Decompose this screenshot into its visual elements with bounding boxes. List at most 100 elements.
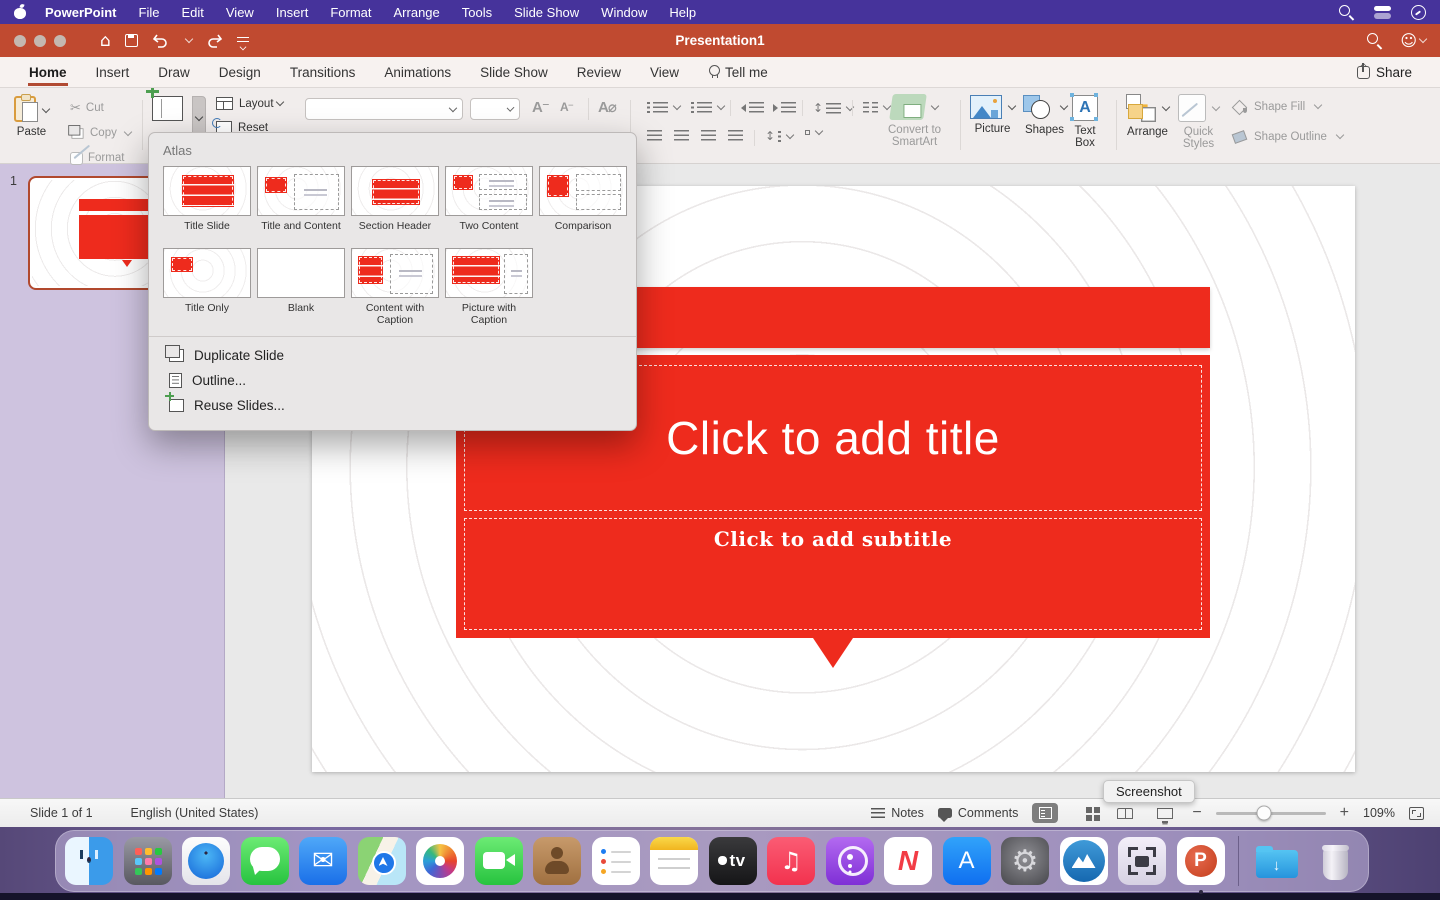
- numbering-button[interactable]: [688, 100, 727, 115]
- align-right-button[interactable]: [698, 128, 719, 143]
- dock-reminders-icon[interactable]: [592, 837, 640, 885]
- dock-mail-icon[interactable]: ✉: [299, 837, 347, 885]
- text-direction-button[interactable]: ↕: [762, 128, 796, 144]
- home-icon[interactable]: ⌂: [100, 31, 111, 51]
- zoom-window-button[interactable]: [54, 35, 66, 47]
- dock-photos-icon[interactable]: [416, 837, 464, 885]
- layout-option-section-header[interactable]: Section Header: [351, 166, 439, 244]
- new-slide-button[interactable]: [152, 96, 183, 121]
- layout-option-two-content[interactable]: Two Content: [445, 166, 533, 244]
- tab-view[interactable]: View: [649, 59, 680, 86]
- menubar-slideshow[interactable]: Slide Show: [514, 5, 579, 20]
- clear-formatting-button[interactable]: A⌀: [598, 98, 616, 116]
- dock-music-icon[interactable]: ♫: [767, 837, 815, 885]
- bullets-button[interactable]: [644, 100, 683, 115]
- tab-slideshow[interactable]: Slide Show: [479, 59, 549, 86]
- increase-indent-button[interactable]: [770, 100, 799, 115]
- dock-launchpad-icon[interactable]: [124, 837, 172, 885]
- spotlight-search-icon[interactable]: [1339, 5, 1354, 20]
- paste-button[interactable]: Paste: [14, 96, 49, 138]
- picture-button[interactable]: Picture: [970, 95, 1015, 135]
- menubar-format[interactable]: Format: [330, 5, 371, 20]
- tab-review[interactable]: Review: [576, 59, 622, 86]
- tab-design[interactable]: Design: [218, 59, 262, 86]
- menubar-insert[interactable]: Insert: [276, 5, 309, 20]
- language-status[interactable]: English (United States): [131, 806, 259, 820]
- apple-menu-icon[interactable]: [14, 5, 27, 19]
- font-name-input[interactable]: [312, 102, 450, 116]
- cut-button[interactable]: ✂Cut: [70, 98, 104, 118]
- reuse-slides-menu-item[interactable]: Reuse Slides...: [163, 393, 622, 418]
- dock-mountain-app-icon[interactable]: [1060, 837, 1108, 885]
- comments-button[interactable]: Comments: [938, 806, 1018, 820]
- dock-podcasts-icon[interactable]: [826, 837, 874, 885]
- copy-button[interactable]: Copy: [70, 123, 131, 143]
- tell-me-button[interactable]: Tell me: [707, 59, 769, 86]
- control-center-icon[interactable]: [1374, 6, 1391, 19]
- font-size-combobox[interactable]: [470, 98, 520, 120]
- zoom-level[interactable]: 109%: [1363, 806, 1395, 820]
- dock-downloads-icon[interactable]: ↓: [1253, 837, 1301, 885]
- menubar-app-name[interactable]: PowerPoint: [45, 5, 117, 20]
- layout-option-picture-with-caption[interactable]: Picture with Caption: [445, 248, 533, 326]
- duplicate-slide-menu-item[interactable]: Duplicate Slide: [163, 343, 622, 368]
- menubar-file[interactable]: File: [139, 5, 160, 20]
- titlebar-search-icon[interactable]: [1367, 33, 1382, 48]
- siri-icon[interactable]: [1411, 5, 1426, 20]
- notes-button[interactable]: Notes: [871, 806, 924, 820]
- dock-appletv-icon[interactable]: tv: [709, 837, 757, 885]
- dock-messages-icon[interactable]: [241, 837, 289, 885]
- menubar-window[interactable]: Window: [601, 5, 647, 20]
- menubar-tools[interactable]: Tools: [462, 5, 492, 20]
- layout-button[interactable]: Layout: [216, 97, 283, 110]
- save-icon[interactable]: [125, 34, 138, 47]
- dock-system-settings-icon[interactable]: ⚙: [1001, 837, 1049, 885]
- minimize-window-button[interactable]: [34, 35, 46, 47]
- menubar-view[interactable]: View: [226, 5, 254, 20]
- subtitle-placeholder[interactable]: Click to add subtitle: [464, 518, 1202, 630]
- redo-icon[interactable]: [206, 34, 223, 48]
- font-size-input[interactable]: [477, 102, 508, 116]
- align-text-button[interactable]: [802, 128, 825, 137]
- zoom-slider[interactable]: [1216, 812, 1326, 815]
- line-spacing-button[interactable]: ↕: [810, 100, 856, 116]
- shape-outline-button[interactable]: Shape Outline: [1232, 130, 1343, 143]
- dock-facetime-icon[interactable]: [475, 837, 523, 885]
- dock-safari-icon[interactable]: [182, 837, 230, 885]
- layout-option-blank[interactable]: Blank: [257, 248, 345, 326]
- zoom-out-button[interactable]: −: [1192, 804, 1201, 822]
- layout-option-comparison[interactable]: Comparison: [539, 166, 627, 244]
- outline-menu-item[interactable]: Outline...: [163, 368, 622, 393]
- share-button[interactable]: Share: [1357, 65, 1412, 80]
- menubar-arrange[interactable]: Arrange: [394, 5, 440, 20]
- tab-home[interactable]: Home: [28, 59, 68, 86]
- menubar-help[interactable]: Help: [669, 5, 696, 20]
- account-button[interactable]: ☺: [1400, 31, 1426, 50]
- justify-button[interactable]: [725, 128, 746, 143]
- shape-fill-button[interactable]: Shape Fill: [1232, 100, 1321, 113]
- undo-icon[interactable]: [152, 34, 169, 48]
- decrease-indent-button[interactable]: [738, 100, 767, 115]
- layout-option-title-only[interactable]: Title Only: [163, 248, 251, 326]
- dock-powerpoint-icon[interactable]: P: [1177, 837, 1225, 885]
- text-box-button[interactable]: A TextBox: [1072, 95, 1098, 149]
- align-left-button[interactable]: [644, 128, 665, 143]
- tab-draw[interactable]: Draw: [157, 59, 191, 86]
- shapes-button[interactable]: Shapes: [1022, 94, 1067, 136]
- dock-news-icon[interactable]: N: [884, 837, 932, 885]
- fit-slide-to-window-icon[interactable]: [1409, 807, 1424, 820]
- quick-styles-button[interactable]: QuickStyles: [1178, 94, 1219, 150]
- layout-option-title-slide[interactable]: Title Slide: [163, 166, 251, 244]
- arrange-button[interactable]: Arrange: [1126, 94, 1169, 138]
- zoom-in-button[interactable]: +: [1340, 804, 1349, 822]
- dock-screenshot-icon[interactable]: [1118, 837, 1166, 885]
- dock-maps-icon[interactable]: [358, 837, 406, 885]
- layout-option-content-with-caption[interactable]: Content with Caption: [351, 248, 439, 326]
- dock-finder-icon[interactable]: [65, 837, 113, 885]
- convert-to-smartart-button[interactable]: Convert toSmartArt: [888, 94, 941, 148]
- undo-dropdown-caret[interactable]: [185, 35, 193, 43]
- close-window-button[interactable]: [14, 35, 26, 47]
- dock-trash-icon[interactable]: [1311, 837, 1359, 885]
- zoom-slider-knob[interactable]: [1257, 806, 1272, 821]
- tab-animations[interactable]: Animations: [383, 59, 452, 86]
